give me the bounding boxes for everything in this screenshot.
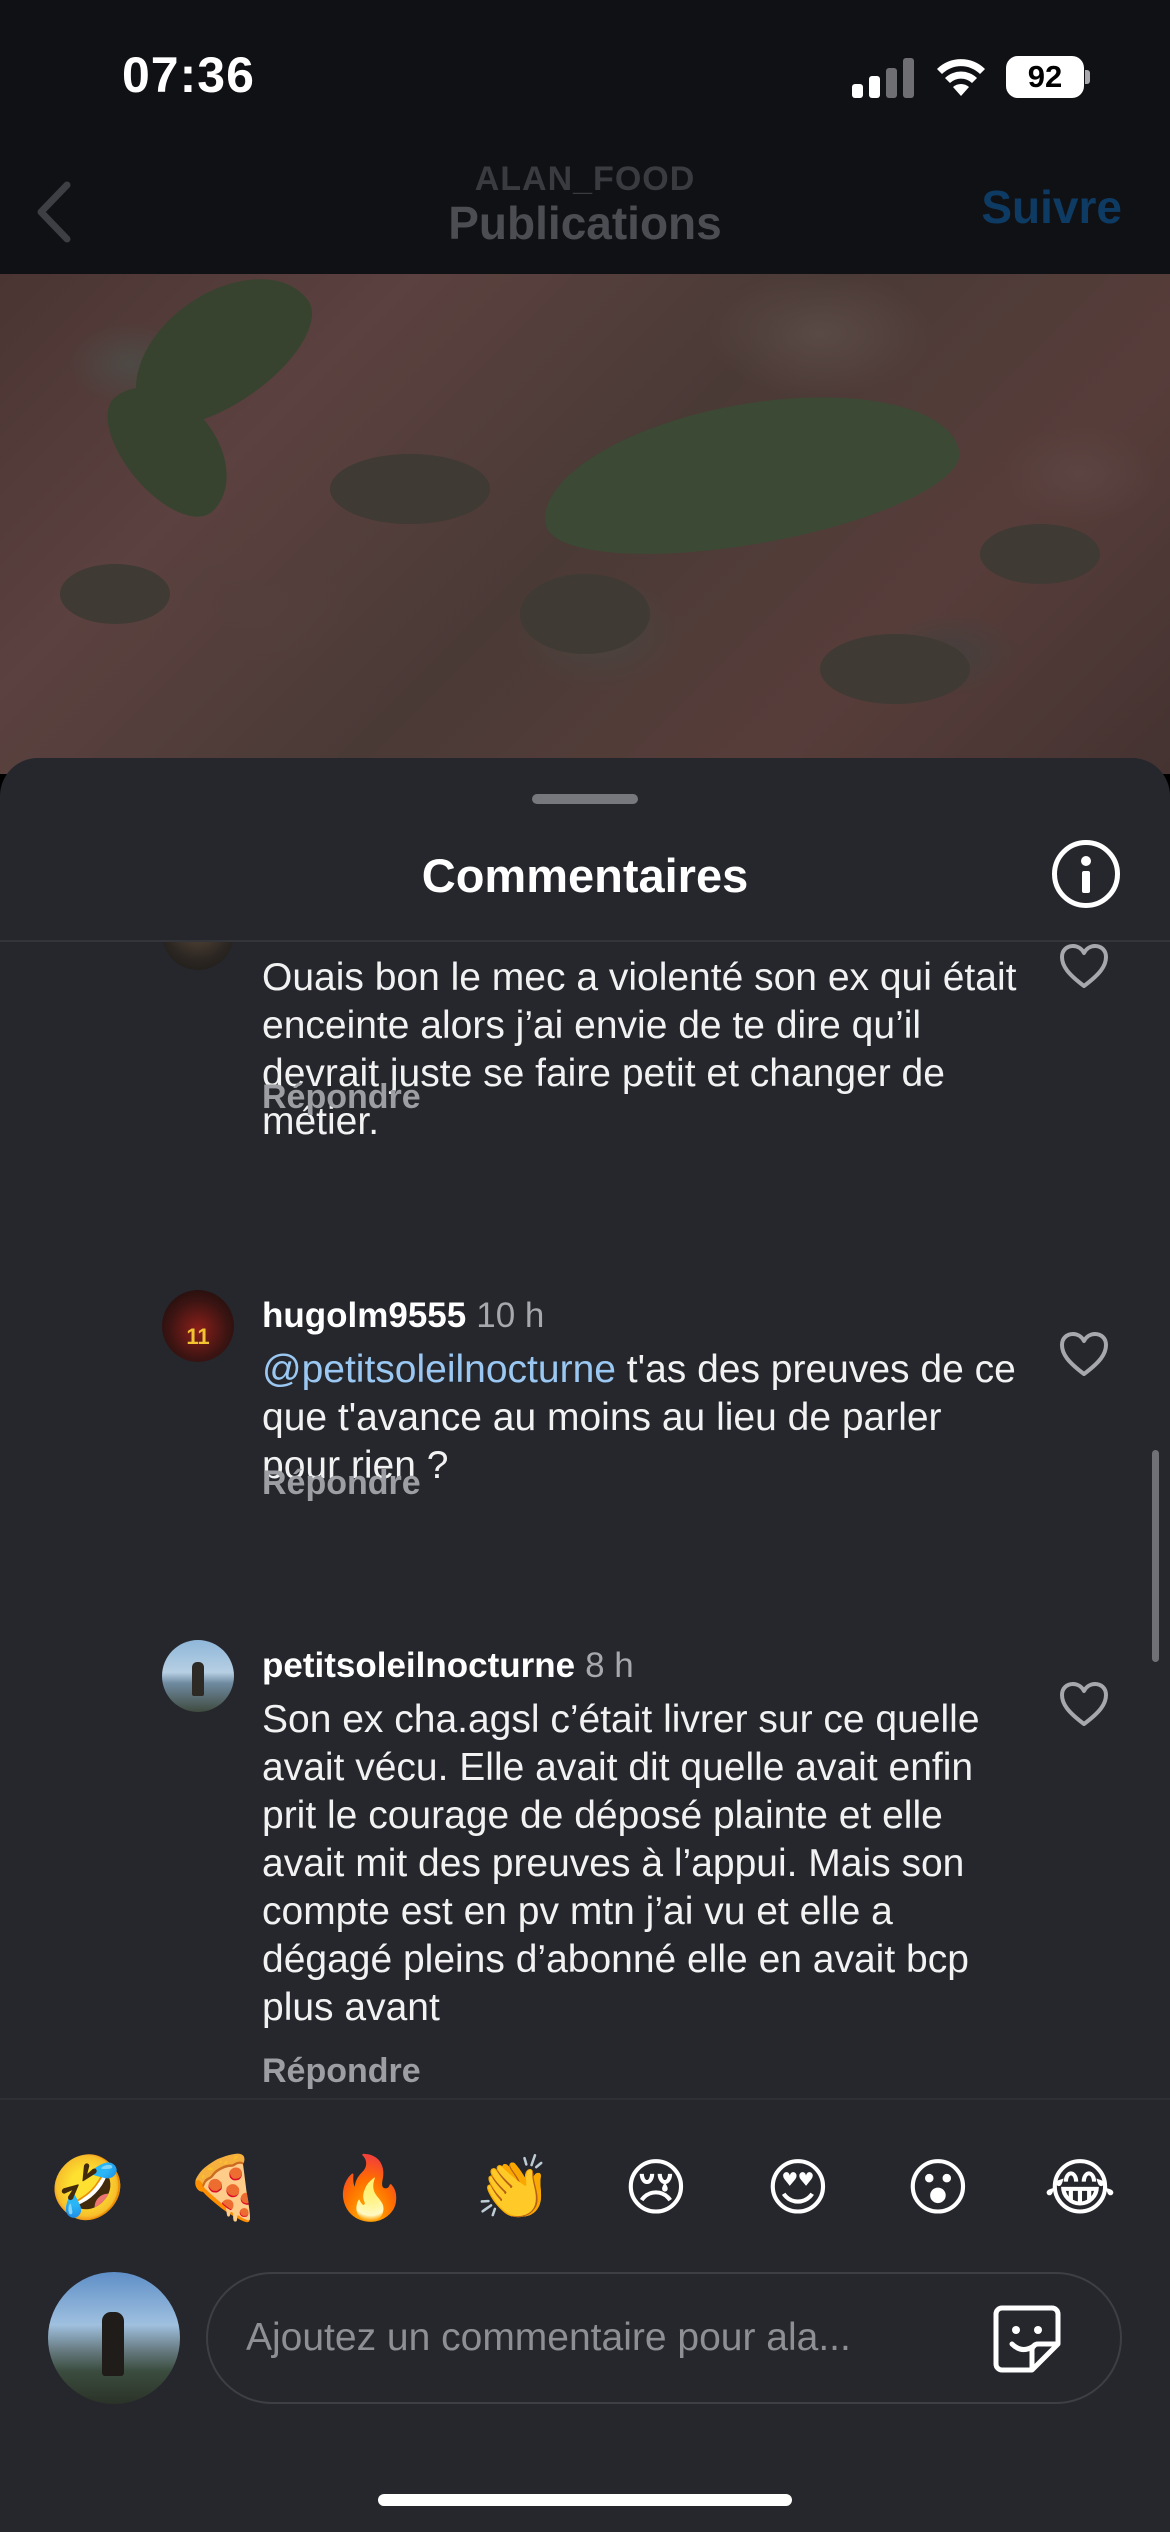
status-bar: 07:36 92 (0, 0, 1170, 150)
avatar[interactable]: 11 (162, 1290, 234, 1362)
post-header: ALAN_FOOD Publications Suivre (0, 150, 1170, 274)
heart-icon[interactable] (1058, 1680, 1110, 1728)
comments-sheet: Commentaires Ouais bon le mec a violenté… (0, 758, 1170, 2532)
post-photo (0, 274, 1170, 774)
comment-header: hugolm9555 10 h (262, 1296, 544, 1336)
emoji-cry[interactable]: 😢 (616, 2148, 696, 2228)
emoji-surprised[interactable]: 😮 (898, 2148, 978, 2228)
comment-time: 10 h (476, 1296, 545, 1335)
battery-icon: 92 (1006, 56, 1090, 98)
emoji-pizza[interactable]: 🍕 (184, 2148, 264, 2228)
scrollbar[interactable] (1152, 1450, 1159, 1662)
heart-icon[interactable] (1058, 1330, 1110, 1378)
follow-button[interactable]: Suivre (981, 180, 1122, 234)
mention-link[interactable]: @petitsoleilnocturne (262, 1348, 616, 1391)
my-avatar (48, 2272, 180, 2404)
battery-level: 92 (1006, 56, 1084, 98)
sheet-title: Commentaires (421, 849, 749, 902)
comment-time: 8 h (585, 1646, 634, 1685)
emoji-rofl[interactable]: 🤣 (48, 2148, 128, 2228)
comment-text: Son ex cha.agsl c’était livrer sur ce qu… (262, 1698, 980, 2029)
wifi-icon (937, 59, 985, 96)
comment-input[interactable] (246, 2298, 946, 2378)
comment-username[interactable]: petitsoleilnocturne (262, 1646, 575, 1685)
comment-header: petitsoleilnocturne 8 h (262, 1646, 634, 1686)
emoji-clap[interactable]: 👏 (474, 2148, 554, 2228)
emoji-fire[interactable]: 🔥 (330, 2148, 410, 2228)
avatar[interactable] (162, 1640, 234, 1712)
comment-input-box (206, 2272, 1122, 2404)
comments-list[interactable]: Ouais bon le mec a violenté son ex qui é… (0, 942, 1170, 2098)
sheet-grabber[interactable] (532, 794, 638, 804)
cellular-signal-icon (852, 58, 914, 98)
sticker-icon[interactable] (988, 2300, 1066, 2378)
heart-icon[interactable] (1058, 942, 1110, 990)
emoji-heart-eyes[interactable]: 😍 (758, 2148, 838, 2228)
status-time: 07:36 (122, 47, 255, 103)
home-indicator[interactable] (378, 2494, 792, 2506)
reply-button[interactable]: Répondre (262, 1464, 421, 1503)
comment-username[interactable]: hugolm9555 (262, 1296, 466, 1335)
info-icon[interactable] (1052, 840, 1120, 908)
reply-button[interactable]: Répondre (262, 2052, 421, 2091)
emoji-bar: 🤣 🍕 🔥 👏 😢 😍 😮 😂 (0, 2098, 1170, 2258)
comment-text: Ouais bon le mec a violenté son ex qui é… (262, 956, 1017, 1143)
emoji-joy[interactable]: 😂 (1040, 2148, 1120, 2228)
avatar[interactable] (162, 942, 234, 970)
reply-button[interactable]: Répondre (262, 1078, 421, 1117)
